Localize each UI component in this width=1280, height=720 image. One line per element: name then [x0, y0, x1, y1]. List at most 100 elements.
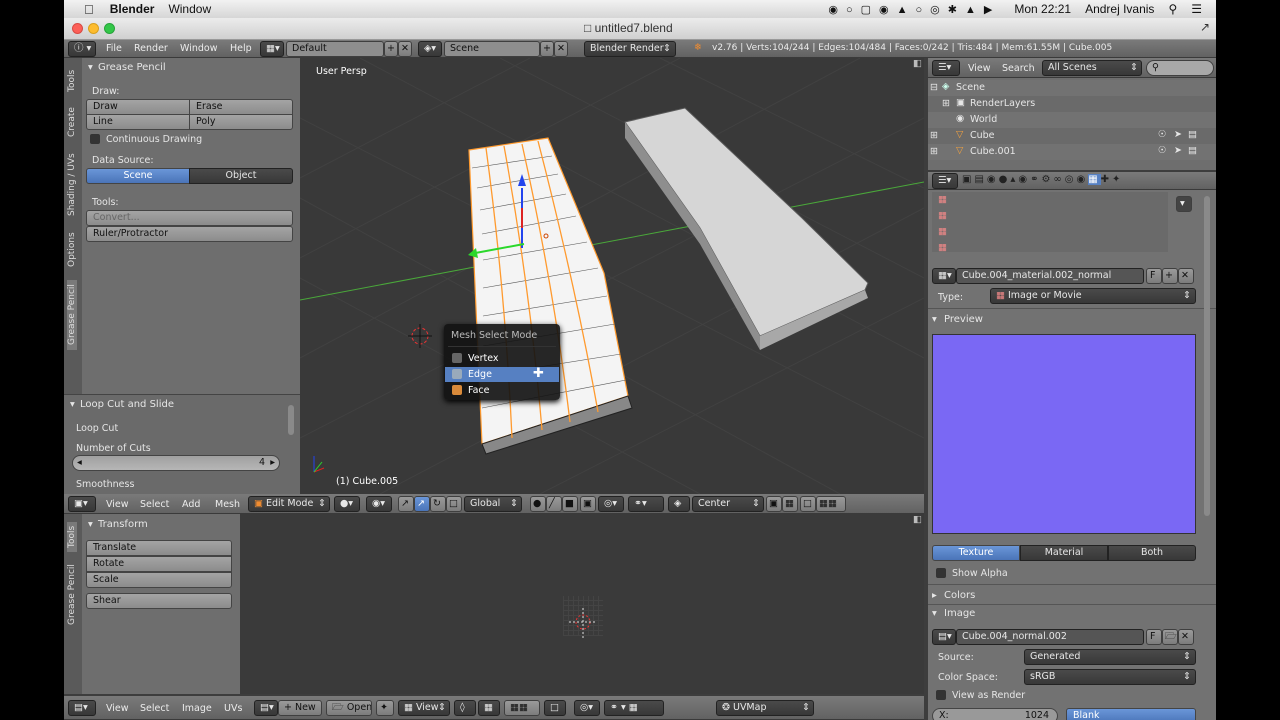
render-engine-select[interactable]: Blender Render ⇕ [584, 41, 676, 57]
panel-collapse-icon[interactable]: ▾ [88, 62, 93, 73]
tab-grease-pencil[interactable]: Grease Pencil [67, 280, 77, 350]
uv-view-select[interactable]: ▦ View ⇕ [398, 700, 450, 716]
layers-icon[interactable]: ▦▦ [816, 496, 846, 512]
manipulator-toggle[interactable]: ↗ [398, 496, 414, 512]
image-fake-user-button[interactable]: F [1146, 629, 1162, 645]
outliner-search-field[interactable]: ⚲ [1146, 60, 1214, 76]
shear-button[interactable]: Shear [86, 593, 232, 609]
number-of-cuts-field[interactable]: ◂ 4 ▸ [72, 455, 280, 471]
editor-type-info-icon[interactable]: ⓘ ▾ [68, 41, 96, 57]
operator-collapse-icon[interactable]: ▾ [70, 399, 75, 410]
x-size-field[interactable]: X: 1024 [932, 708, 1058, 720]
remove-scene-button[interactable]: ✕ [554, 41, 568, 57]
snap-toggle[interactable]: ⚭▾ [628, 496, 664, 512]
outliner-row[interactable]: ⊞ ▣ RenderLayers [928, 96, 1216, 112]
uv-corner-icon[interactable]: ◧ [913, 514, 922, 525]
line-button[interactable]: Line [86, 114, 190, 130]
texture-name-field[interactable]: Cube.004_material.002_normal [956, 268, 1144, 284]
image-browse-icon[interactable]: ▤▾ [254, 700, 278, 716]
uv-proportional[interactable]: ◎▾ [574, 700, 600, 716]
continuous-drawing-checkbox[interactable] [90, 134, 100, 144]
render-camera-icon[interactable]: ▤ [1188, 129, 1197, 140]
pivot-icon[interactable]: ◉▾ [366, 496, 392, 512]
add-texture-button[interactable]: + [1162, 268, 1178, 284]
slot-down-button[interactable]: ▾ [1176, 196, 1192, 212]
editor-type-uv-icon[interactable]: ▤▾ [68, 700, 96, 716]
source-select[interactable]: Generated ⇕ [1024, 649, 1196, 665]
zoom-window-button[interactable] [104, 23, 115, 34]
opengl-render-icon[interactable]: ▦ [782, 496, 798, 512]
editor-type-properties-icon[interactable]: ☰▾ [932, 173, 958, 189]
operator-scrollbar[interactable] [288, 405, 294, 435]
render-preview-icon[interactable]: ▣ [766, 496, 782, 512]
menu-add[interactable]: Add [182, 499, 200, 510]
image-collapse-icon[interactable]: ▾ [932, 608, 937, 619]
transform-collapse-icon[interactable]: ▾ [88, 519, 93, 530]
uv-snap[interactable]: ⚭ ▾ ▦ [604, 700, 664, 716]
texture-type-select[interactable]: ▦ Image or Movie ⇕ [990, 288, 1196, 304]
proportional-edit[interactable]: ◎▾ [598, 496, 624, 512]
rotate-manipulator[interactable]: ↻ [430, 496, 446, 512]
visibility-eye-icon[interactable]: ☉ [1158, 129, 1167, 140]
grease-pencil-panel-title[interactable]: Grease Pencil [98, 62, 166, 73]
mode-select[interactable]: ▣ Edit Mode ⇕ [248, 496, 330, 512]
translate-manipulator[interactable]: ↗ [414, 496, 430, 512]
add-layout-button[interactable]: + [384, 41, 398, 57]
open-image-button[interactable]: 🗁 Open [326, 700, 372, 716]
viewport-corner-icon[interactable]: ◧ [913, 58, 922, 69]
outliner-row[interactable]: ⊟ ◈ Scene [928, 80, 1216, 96]
fake-user-button[interactable]: F [1146, 268, 1162, 284]
list-icon[interactable]: ☰ [1191, 2, 1202, 16]
outliner-row[interactable]: ⊞ ▽ Cube ☉ ➤ ▤ [928, 128, 1216, 144]
menu-item-vertex[interactable]: Vertex [444, 351, 560, 366]
visibility-eye-icon[interactable]: ☉ [1158, 145, 1167, 156]
preview-tab-texture[interactable]: Texture [932, 545, 1020, 561]
outliner-search-menu[interactable]: Search [1002, 63, 1035, 74]
fullscreen-icon[interactable]: ↗ [1200, 20, 1210, 34]
editor-type-3d-icon[interactable]: ▣▾ [68, 496, 96, 512]
spotlight-icon[interactable]: ⚲ [1168, 2, 1177, 16]
render-camera-icon[interactable]: ▤ [1188, 145, 1197, 156]
screen-layout-icon[interactable]: ▦▾ [260, 41, 284, 57]
viewport-3d[interactable]: User Persp (1) Cube.005 ◧ Mesh Select Mo… [300, 58, 924, 494]
menu-select[interactable]: Select [140, 499, 169, 510]
tab-tools[interactable]: Tools [67, 66, 77, 96]
preview-section-title[interactable]: Preview [944, 314, 983, 325]
color-space-select[interactable]: sRGB ⇕ [1024, 669, 1196, 685]
menu-render[interactable]: Render [134, 43, 168, 54]
unlink-texture-button[interactable]: ✕ [1178, 268, 1194, 284]
scene-field[interactable]: Scene [444, 41, 540, 57]
show-alpha-checkbox[interactable] [936, 568, 946, 578]
image-name-field[interactable]: Cube.004_normal.002 [956, 629, 1144, 645]
properties-scrollbar[interactable] [1204, 196, 1210, 516]
editor-type-outliner-icon[interactable]: ☰▾ [932, 60, 960, 76]
unlink-image-button[interactable]: ✕ [1178, 629, 1194, 645]
outliner-row[interactable]: ⊞ ▽ Cube.001 ☉ ➤ ▤ [928, 144, 1216, 160]
uv-menu-select[interactable]: Select [140, 703, 169, 714]
snap-target-select[interactable]: ◈ [668, 496, 690, 512]
uv-tab-tools[interactable]: Tools [67, 522, 77, 552]
scene-source-button[interactable]: Scene [86, 168, 190, 184]
uv-sync-toggle[interactable]: ▦ [478, 700, 500, 716]
menu-view[interactable]: View [106, 499, 129, 510]
image-section-title[interactable]: Image [944, 608, 975, 619]
view-as-render-checkbox[interactable] [936, 690, 946, 700]
apple-icon[interactable]:  [84, 2, 94, 17]
preview-tab-both[interactable]: Both [1108, 545, 1196, 561]
window-menu[interactable]: Window [168, 2, 211, 16]
draw-button[interactable]: Draw [86, 99, 190, 115]
uv-canvas[interactable]: ◧ [240, 514, 924, 694]
uv-map-select[interactable]: ❂ UVMap ⇕ [716, 700, 814, 716]
menu-mesh[interactable]: Mesh [215, 499, 240, 510]
select-arrow-icon[interactable]: ➤ [1174, 129, 1182, 140]
user-name[interactable]: Andrej Ivanis [1085, 2, 1154, 16]
convert-button[interactable]: Convert... [86, 210, 293, 226]
occlude-toggle[interactable]: ▣ [580, 496, 596, 512]
uv-tab-grease-pencil[interactable]: Grease Pencil [67, 560, 77, 630]
tab-options[interactable]: Options [67, 230, 77, 270]
add-scene-button[interactable]: + [540, 41, 554, 57]
scene-icon[interactable]: ◈▾ [418, 41, 442, 57]
menu-help[interactable]: Help [230, 43, 252, 54]
uv-pivot-select[interactable]: ◊ [454, 700, 476, 716]
rotate-button[interactable]: Rotate [86, 556, 232, 572]
